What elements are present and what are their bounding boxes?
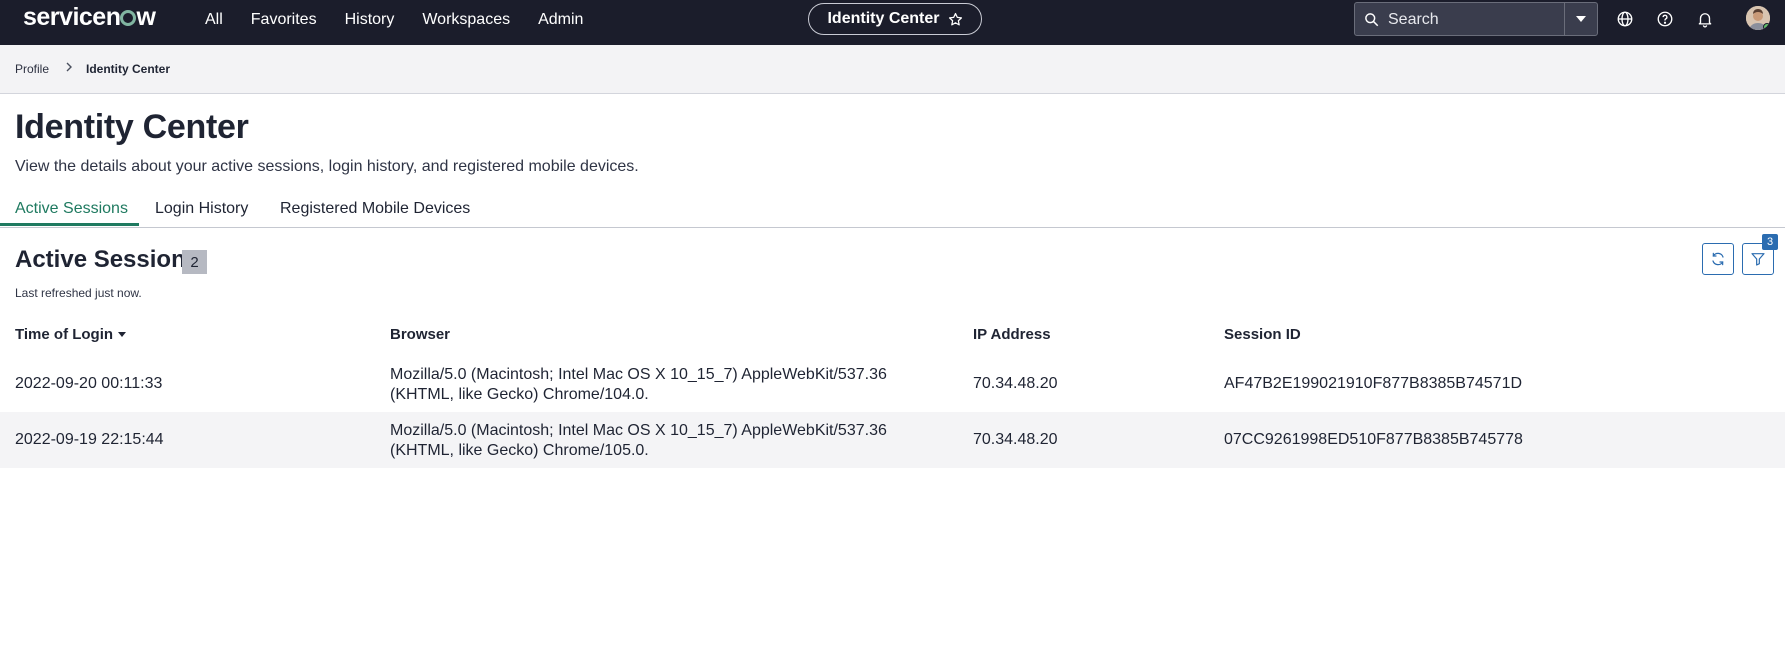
current-page-title: Identity Center [827,10,940,27]
column-header-session-id[interactable]: Session ID [1224,326,1301,343]
table-header-row: Time of Login Browser IP Address Session… [0,322,1785,350]
tab-login-history[interactable]: Login History [155,200,248,218]
browser-line-1: Mozilla/5.0 (Macintosh; Intel Mac OS X 1… [390,366,887,383]
browser-line-1: Mozilla/5.0 (Macintosh; Intel Mac OS X 1… [390,422,887,439]
column-header-browser[interactable]: Browser [390,326,450,343]
browser-line-2: (KHTML, like Gecko) Chrome/105.0. [390,442,649,459]
servicenow-logo[interactable]: servicen w [23,3,156,32]
table-row: 2022-09-20 00:11:33 Mozilla/5.0 (Macinto… [0,356,1785,412]
tab-bar: Active Sessions Login History Registered… [0,196,1785,228]
search-scope-dropdown[interactable] [1565,3,1597,35]
page-description: View the details about your active sessi… [15,158,639,175]
browser-line-2: (KHTML, like Gecko) Chrome/104.0. [390,386,649,403]
nav-admin[interactable]: Admin [538,11,583,29]
cell-session-id: AF47B2E199021910F877B8385B74571D [1224,375,1523,392]
logo-o-mark [120,10,137,26]
column-header-time-of-login[interactable]: Time of Login [15,326,127,343]
breadcrumb-profile[interactable]: Profile [15,62,49,76]
cell-browser: Mozilla/5.0 (Macintosh; Intel Mac OS X 1… [390,421,950,461]
session-count-badge: 2 [182,250,207,274]
nav-history[interactable]: History [345,11,395,29]
chevron-right-icon [66,62,72,72]
section-title: Active Sessions [15,246,200,273]
star-icon[interactable] [948,12,963,27]
search-input[interactable] [1388,8,1568,32]
breadcrumb-identity-center: Identity Center [86,62,171,76]
column-header-ip-address[interactable]: IP Address [973,326,1051,343]
last-refreshed-text: Last refreshed just now. [15,286,142,300]
active-tab-indicator [0,223,139,226]
column-header-time-label: Time of Login [15,326,114,343]
refresh-icon [1712,252,1724,266]
tab-active-sessions[interactable]: Active Sessions [15,200,128,218]
cell-ip-address: 70.34.48.20 [973,431,1058,448]
nav-favorites[interactable]: Favorites [251,11,317,29]
cell-time-of-login: 2022-09-20 00:11:33 [15,375,163,392]
page-title: Identity Center [15,108,249,146]
cell-session-id: 07CC9261998ED510F877B8385B745778 [1224,431,1523,448]
cell-browser: Mozilla/5.0 (Macintosh; Intel Mac OS X 1… [390,365,950,405]
online-status-dot [1763,23,1770,30]
filter-icon [1751,253,1765,266]
sort-descending-icon [118,332,127,337]
cell-ip-address: 70.34.48.20 [973,375,1058,392]
tab-registered-mobile-devices[interactable]: Registered Mobile Devices [280,200,470,218]
cell-time-of-login: 2022-09-19 22:15:44 [15,431,164,448]
bell-icon[interactable] [1696,10,1714,28]
current-page-pill[interactable]: Identity Center [808,3,982,35]
global-search [1354,2,1598,36]
main-nav-menu: All Favorites History Workspaces Admin [205,0,611,40]
user-avatar[interactable] [1746,6,1770,30]
table-row: 2022-09-19 22:15:44 Mozilla/5.0 (Macinto… [0,412,1785,468]
chevron-down-icon [1576,16,1586,22]
nav-workspaces[interactable]: Workspaces [422,11,510,29]
help-icon[interactable] [1656,10,1674,28]
breadcrumb: Profile Identity Center [0,45,1785,94]
refresh-button[interactable] [1702,243,1734,275]
search-icon [1365,13,1379,27]
globe-icon[interactable] [1616,10,1634,28]
filter-count-badge: 3 [1762,234,1778,250]
logo-text-1: servicen [23,3,121,31]
nav-all[interactable]: All [205,11,223,29]
top-nav-bar: servicen w All Favorites History Workspac… [0,0,1785,45]
logo-text-2: w [136,3,156,31]
